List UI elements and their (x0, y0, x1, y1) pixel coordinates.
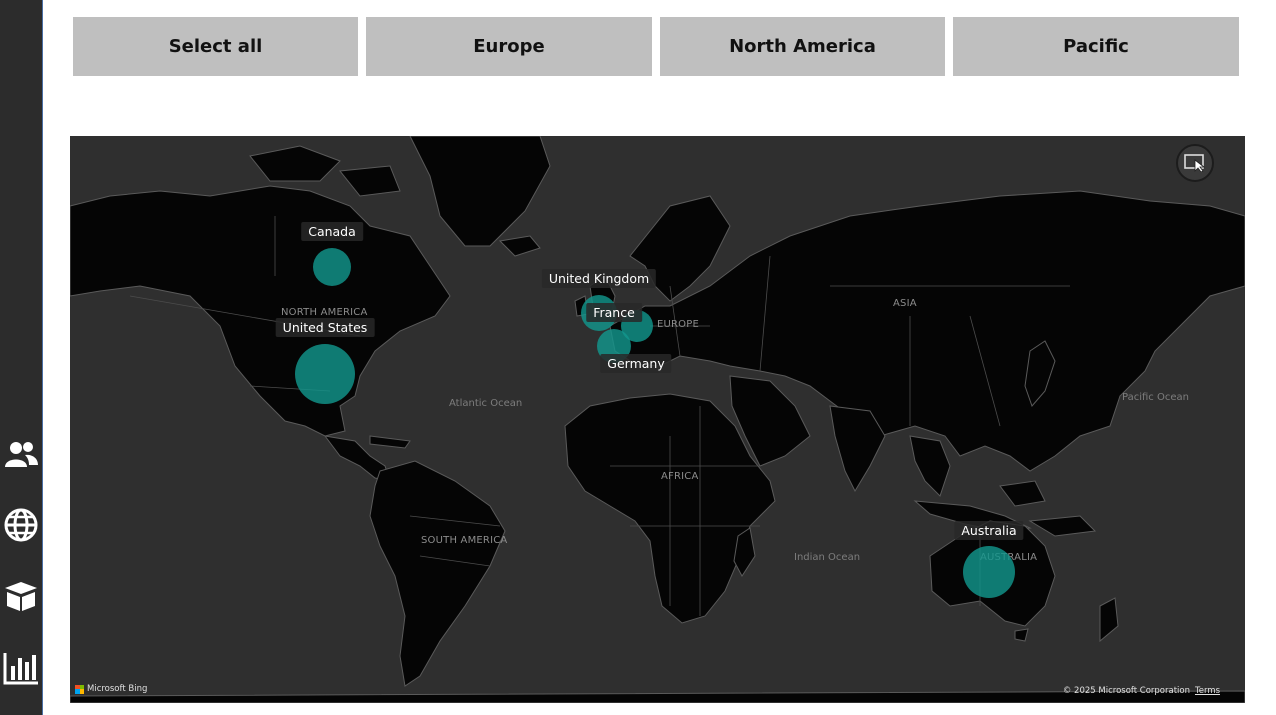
map-visual[interactable]: NORTH AMERICA SOUTH AMERICA EUROPE ASIA … (70, 136, 1245, 703)
focus-mode-button[interactable] (1176, 144, 1214, 182)
world-landmass (70, 136, 1245, 703)
copyright-text: © 2025 Microsoft Corporation (1062, 686, 1190, 696)
label-europe: EUROPE (657, 319, 700, 330)
users-icon[interactable] (2, 437, 40, 473)
bubble-united-states[interactable] (295, 344, 355, 404)
label-asia: ASIA (893, 298, 917, 309)
bing-attribution: Microsoft Bing (75, 684, 147, 694)
select-all-button[interactable]: Select all (73, 17, 358, 76)
label-atlantic-ocean: Atlantic Ocean (449, 398, 523, 409)
bubble-canada[interactable] (313, 248, 351, 286)
label-south-america: SOUTH AMERICA (421, 535, 508, 546)
pacific-button[interactable]: Pacific (953, 17, 1239, 76)
bar-chart-icon[interactable] (2, 650, 40, 686)
europe-button[interactable]: Europe (366, 17, 652, 76)
label-indian-ocean: Indian Ocean (794, 552, 861, 563)
label-north-america: NORTH AMERICA (281, 307, 368, 318)
north-america-button[interactable]: North America (660, 17, 945, 76)
tag-australia: Australia (954, 521, 1024, 540)
globe-icon[interactable] (2, 507, 40, 543)
tag-germany: Germany (600, 354, 672, 373)
bing-label: Microsoft Bing (87, 684, 148, 694)
bubble-australia[interactable] (963, 546, 1015, 598)
tag-canada: Canada (301, 222, 363, 241)
focus-mode-icon (1184, 154, 1206, 172)
tag-united-kingdom: United Kingdom (541, 269, 657, 288)
label-pacific-ocean: Pacific Ocean (1122, 392, 1189, 403)
tag-france: France (586, 303, 642, 322)
microsoft-logo-icon (75, 684, 84, 694)
label-africa: AFRICA (661, 471, 699, 482)
sidebar (0, 0, 43, 715)
terms-link[interactable]: Terms (1195, 686, 1220, 696)
box-icon[interactable] (2, 578, 40, 614)
tag-united-states: United States (275, 318, 375, 337)
